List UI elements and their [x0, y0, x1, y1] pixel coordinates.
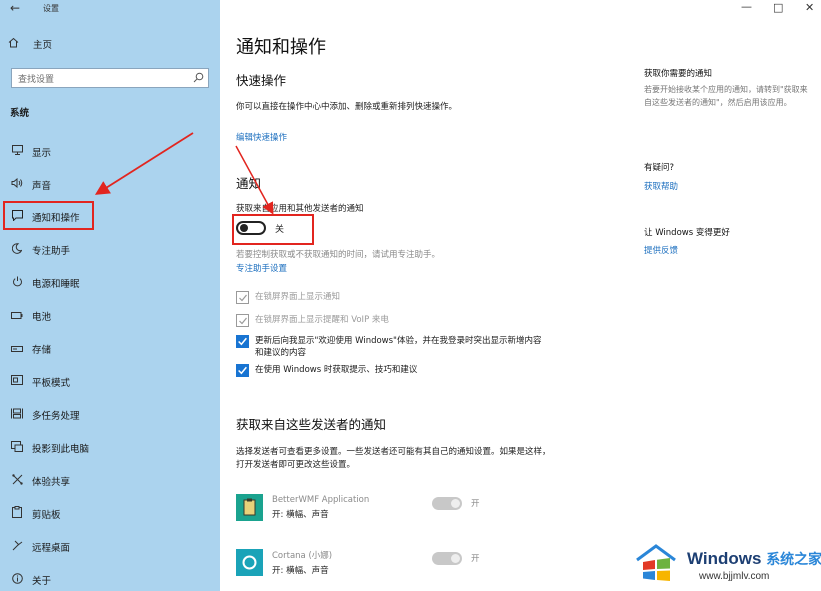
search-icon[interactable] — [193, 72, 204, 83]
notifications-heading: 通知 — [236, 176, 262, 191]
watermark-brand-en: Windows — [687, 549, 762, 568]
app-title: 设置 — [43, 4, 59, 13]
quick-actions-description: 你可以直接在操作中心中添加、删除或重新排列快速操作。 — [236, 102, 458, 112]
checkbox[interactable] — [236, 364, 249, 377]
sidebar-item-label: 电源和睡眠 — [32, 278, 80, 290]
sidebar-item-shared-experiences[interactable]: 体验共享 — [0, 464, 220, 497]
sidebar-item-tablet-mode[interactable]: 平板模式 — [0, 365, 220, 398]
senders-heading: 获取来自这些发送者的通知 — [236, 417, 387, 432]
sender-item-betterwmf[interactable]: BetterWMF Application 开: 横幅、声音 开 — [236, 494, 496, 521]
checkbox-label: 在锁屏界面上显示提醒和 VoIP 来电 — [255, 315, 389, 325]
sidebar-item-home-label: 主页 — [33, 40, 53, 51]
storage-icon — [10, 342, 24, 355]
sidebar-item-multitasking[interactable]: 多任务处理 — [0, 398, 220, 431]
sender-status: 开: 横幅、声音 — [272, 566, 329, 576]
checkbox-lockscreen-reminders: 在锁屏界面上显示提醒和 VoIP 来电 — [236, 314, 545, 327]
main-content: 通知和操作 快速操作 你可以直接在操作中心中添加、删除或重新排列快速操作。 编辑… — [220, 0, 640, 591]
cortana-app-icon — [236, 549, 263, 576]
share-icon — [10, 473, 24, 488]
checkbox-lockscreen-notifications: 在锁屏界面上显示通知 — [236, 291, 545, 304]
sidebar-item-label: 显示 — [32, 147, 52, 159]
sender-toggle-label: 开 — [471, 554, 480, 564]
section-label-system: 系统 — [10, 108, 30, 119]
checkbox — [236, 291, 249, 304]
focus-assist-settings-link[interactable]: 专注助手设置 — [236, 262, 287, 274]
home-icon — [8, 37, 22, 51]
sidebar-item-label: 体验共享 — [32, 476, 71, 488]
info-icon — [10, 572, 24, 587]
power-icon — [10, 276, 24, 290]
sidebar-item-label: 电池 — [32, 311, 52, 323]
watermark: Windows 系统之家 www.bjjmlv.com — [633, 540, 821, 588]
page-title: 通知和操作 — [236, 37, 326, 58]
improve-windows-heading: 让 Windows 变得更好 — [644, 228, 730, 238]
sender-name: BetterWMF Application — [272, 495, 370, 505]
betterwmf-app-icon — [236, 494, 263, 521]
sidebar-item-about[interactable]: 关于 — [0, 563, 220, 591]
sidebar-item-clipboard[interactable]: 剪贴板 — [0, 497, 220, 530]
search-input[interactable]: 查找设置 — [11, 68, 209, 88]
sidebar-item-power-sleep[interactable]: 电源和睡眠 — [0, 266, 220, 299]
sidebar-item-home[interactable]: 主页 — [8, 37, 52, 51]
sidebar-item-label: 剪贴板 — [32, 509, 61, 521]
question-heading: 有疑问? — [644, 163, 675, 173]
related-apps-description: 若要开始接收某个应用的通知，请转到"获取来自这些发送者的通知"，然后启用该应用。 — [644, 85, 808, 107]
watermark-brand-cn: 系统之家 — [766, 551, 821, 567]
sender-name: Cortana (小娜) — [272, 551, 333, 561]
sidebar-item-label: 投影到此电脑 — [32, 443, 90, 455]
edit-quick-actions-link[interactable]: 编辑快速操作 — [236, 131, 287, 143]
sidebar-item-battery[interactable]: 电池 — [0, 299, 220, 332]
moon-icon — [10, 242, 24, 257]
sidebar: ← 设置 主页 查找设置 系统 显示 声音 通知和操作 专注助手 电源和睡眠 电… — [0, 0, 220, 591]
checkbox-label: 在使用 Windows 时获取提示、技巧和建议 — [255, 365, 418, 375]
sidebar-item-label: 多任务处理 — [32, 410, 80, 422]
sender-toggle-switch[interactable] — [432, 552, 462, 565]
sidebar-item-sound[interactable]: 声音 — [0, 168, 220, 201]
checkbox[interactable] — [236, 335, 249, 348]
sidebar-item-label: 关于 — [32, 575, 52, 587]
related-apps-heading: 获取你需要的通知 — [644, 69, 713, 79]
tablet-icon — [10, 375, 24, 388]
battery-icon — [10, 309, 24, 322]
remote-desktop-icon — [10, 540, 24, 554]
senders-description: 选择发送者可查看更多设置。一些发送者还可能有其自己的通知设置。如果是这样，打开发… — [236, 447, 551, 470]
display-icon — [10, 145, 24, 158]
give-feedback-link[interactable]: 提供反馈 — [644, 244, 678, 256]
sender-toggle-switch[interactable] — [432, 497, 462, 510]
sidebar-item-label: 平板模式 — [32, 377, 71, 389]
quick-actions-heading: 快速操作 — [236, 73, 287, 88]
checkbox-tips[interactable]: 在使用 Windows 时获取提示、技巧和建议 — [236, 364, 545, 377]
get-help-link[interactable]: 获取帮助 — [644, 180, 678, 192]
checkbox-label: 更新后向我显示"欢迎使用 Windows"体验，并在我登录时突出显示新增内容和建… — [255, 336, 542, 358]
search-placeholder: 查找设置 — [18, 74, 55, 85]
annotation-highlight-sidebar — [3, 201, 94, 230]
sender-toggle-label: 开 — [471, 499, 480, 509]
sidebar-item-label: 存储 — [32, 344, 52, 356]
watermark-url: www.bjjmlv.com — [699, 571, 770, 582]
related-panel: 获取你需要的通知 若要开始接收某个应用的通知，请转到"获取来自这些发送者的通知"… — [644, 0, 821, 591]
checkbox — [236, 314, 249, 327]
watermark-brand: Windows 系统之家 — [687, 549, 821, 569]
clipboard-icon — [10, 506, 24, 521]
checkbox-welcome-experience[interactable]: 更新后向我显示"欢迎使用 Windows"体验，并在我登录时突出显示新增内容和建… — [236, 335, 545, 359]
checkbox-label: 在锁屏界面上显示通知 — [255, 292, 341, 302]
sound-icon — [10, 177, 24, 191]
windows-logo-icon — [636, 544, 676, 581]
sidebar-item-focus-assist[interactable]: 专注助手 — [0, 233, 220, 266]
sender-status: 开: 横幅、声音 — [272, 510, 329, 520]
sidebar-item-remote-desktop[interactable]: 远程桌面 — [0, 530, 220, 563]
multitask-icon — [10, 408, 24, 422]
annotation-highlight-toggle — [232, 214, 314, 245]
sidebar-item-label: 专注助手 — [32, 245, 71, 257]
back-arrow-icon[interactable]: ← — [10, 1, 20, 15]
focus-assist-description: 若要控制获取或不获取通知的时间，请试用专注助手。 — [236, 250, 441, 260]
sidebar-item-label: 声音 — [32, 180, 52, 192]
project-icon — [10, 440, 24, 455]
sidebar-item-project[interactable]: 投影到此电脑 — [0, 431, 220, 464]
sidebar-item-display[interactable]: 显示 — [0, 135, 220, 168]
sidebar-item-storage[interactable]: 存储 — [0, 332, 220, 365]
sidebar-item-label: 远程桌面 — [32, 542, 71, 554]
sender-item-cortana[interactable]: Cortana (小娜) 开: 横幅、声音 开 — [236, 549, 496, 576]
